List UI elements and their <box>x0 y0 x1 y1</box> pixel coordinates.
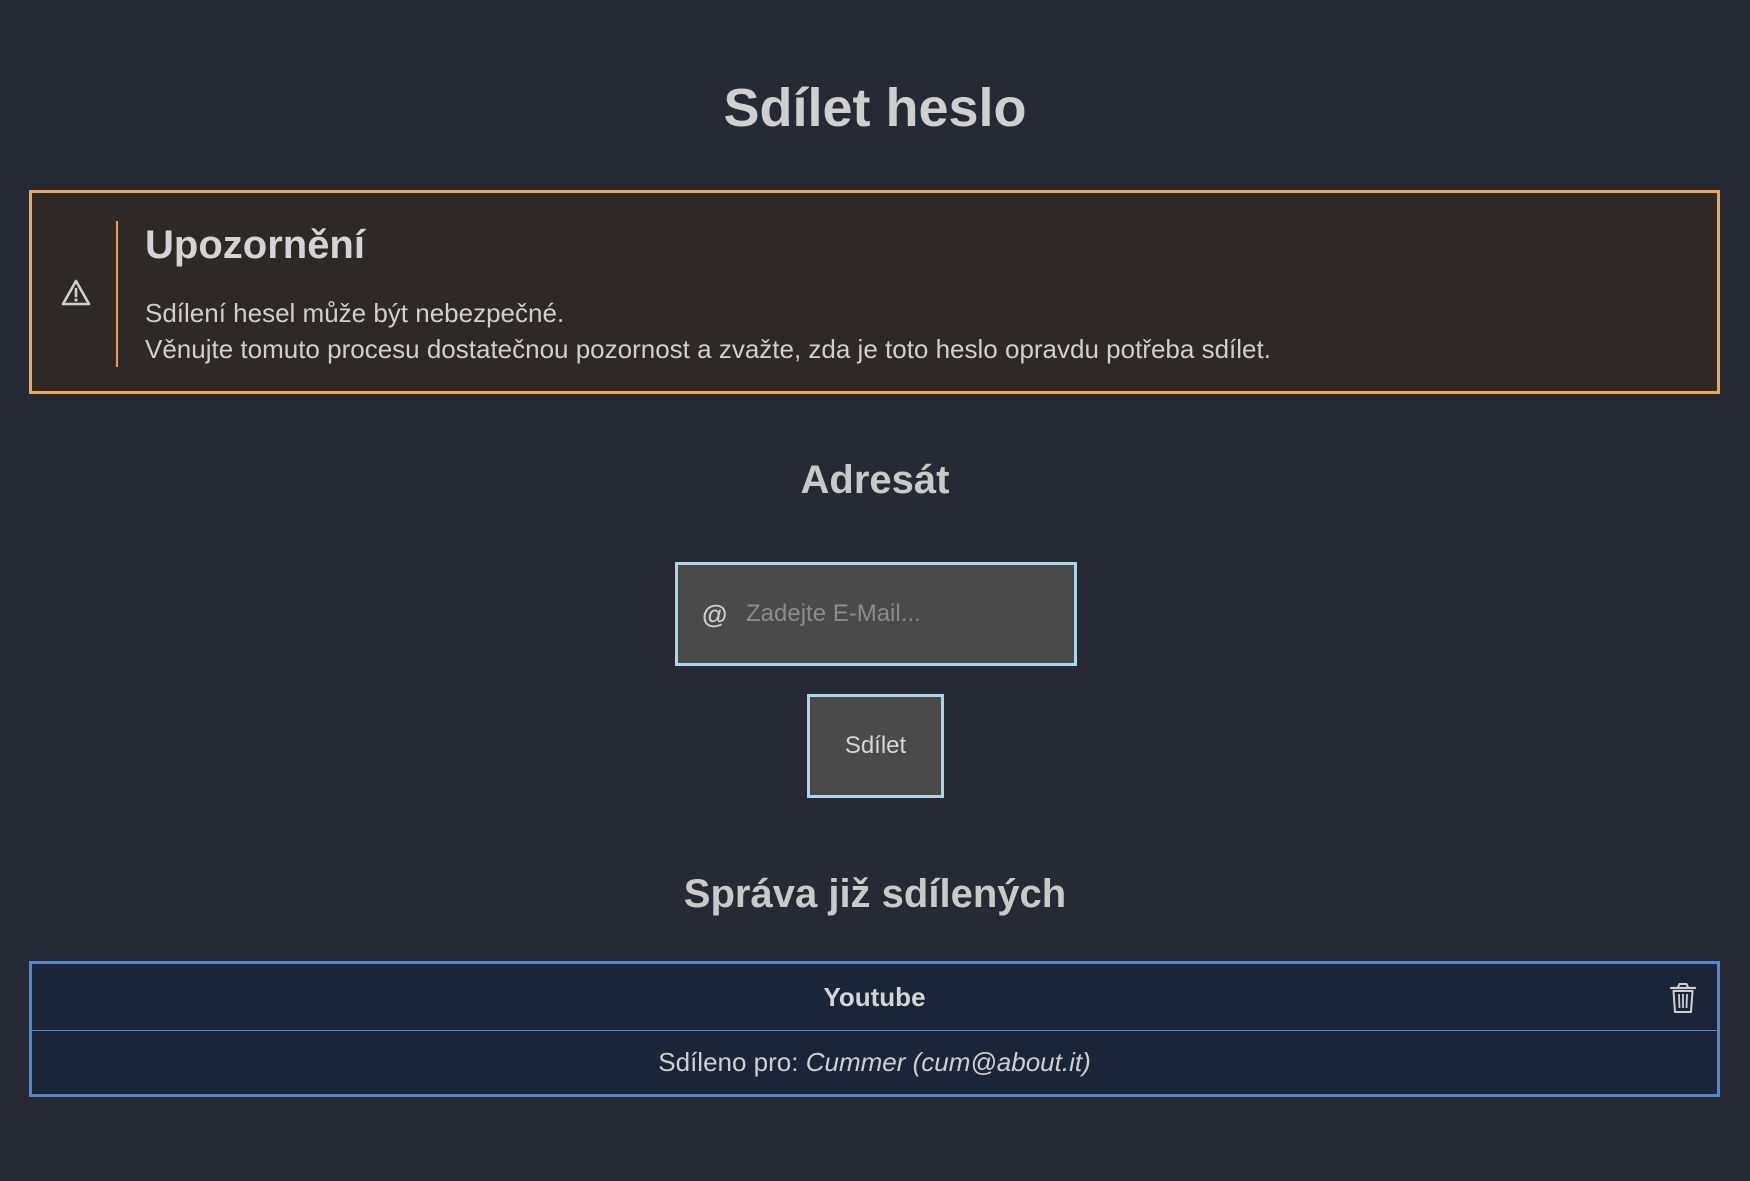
shared-item-title: Youtube <box>823 982 926 1012</box>
at-sign-icon: @ <box>702 599 728 629</box>
shared-with-value: Cummer (cum@about.it) <box>805 1047 1091 1077</box>
warning-text-line-2: Věnujte tomuto procesu dostatečnou pozor… <box>145 334 1271 364</box>
trash-icon[interactable] <box>1669 982 1697 1014</box>
warning-text-line-1: Sdílení hesel může být nebezpečné. <box>145 298 565 328</box>
email-field[interactable]: @ <box>675 562 1077 666</box>
warning-triangle-icon <box>61 279 91 306</box>
warning-divider <box>116 221 118 367</box>
shared-item-card: Youtube Sdíleno pro: Cummer (cum@about.i… <box>29 961 1720 1097</box>
manage-shared-heading: Správa již sdílených <box>683 872 1067 916</box>
warning-title: Upozornění <box>145 223 365 267</box>
recipient-heading: Adresát <box>800 458 950 502</box>
email-input[interactable] <box>746 565 1066 663</box>
share-button[interactable]: Sdílet <box>807 694 944 798</box>
shared-with-label: Sdíleno pro: <box>658 1047 799 1077</box>
shared-item-body: Sdíleno pro: Cummer (cum@about.it) <box>32 1031 1717 1094</box>
shared-item-header: Youtube <box>32 964 1717 1031</box>
warning-alert: Upozornění Sdílení hesel může být nebezp… <box>29 190 1720 394</box>
page-title: Sdílet heslo <box>723 78 1027 138</box>
